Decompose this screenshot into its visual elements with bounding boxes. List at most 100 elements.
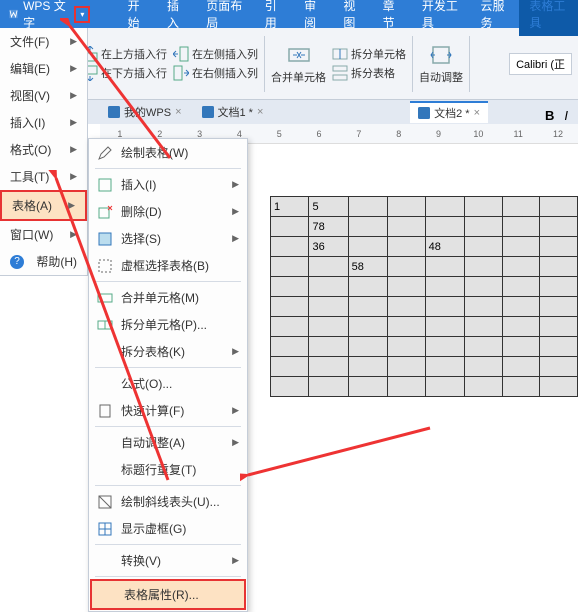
table-cell[interactable] bbox=[425, 277, 464, 297]
document-table[interactable]: 1578364858 bbox=[270, 196, 578, 397]
table-cell[interactable]: 78 bbox=[309, 217, 348, 237]
menu-window[interactable]: 窗口(W)▶ bbox=[0, 221, 87, 248]
tab-view[interactable]: 视图 bbox=[333, 0, 372, 36]
table-cell[interactable] bbox=[464, 217, 502, 237]
ribbon-merge-cells[interactable]: 合并单元格 bbox=[271, 43, 326, 85]
table-cell[interactable] bbox=[425, 297, 464, 317]
table-cell[interactable] bbox=[464, 317, 502, 337]
table-cell[interactable] bbox=[387, 337, 425, 357]
table-cell[interactable] bbox=[271, 357, 309, 377]
tab-ref[interactable]: 引用 bbox=[255, 0, 294, 36]
table-cell[interactable] bbox=[502, 277, 540, 297]
close-icon[interactable]: × bbox=[175, 106, 181, 118]
ribbon-insert-col-left[interactable]: 在左侧插入列 bbox=[173, 46, 258, 62]
table-cell[interactable] bbox=[540, 277, 578, 297]
table-cell[interactable] bbox=[309, 257, 348, 277]
table-cell[interactable] bbox=[464, 277, 502, 297]
table-cell[interactable] bbox=[348, 197, 387, 217]
close-icon[interactable]: × bbox=[257, 106, 263, 118]
submenu-delete[interactable]: 删除(D)▶ bbox=[89, 198, 247, 225]
tab-table-tools[interactable]: 表格工具 bbox=[519, 0, 578, 36]
table-cell[interactable] bbox=[348, 297, 387, 317]
menu-tools[interactable]: 工具(T)▶ bbox=[0, 163, 87, 190]
table-cell[interactable] bbox=[540, 357, 578, 377]
bold-button[interactable]: B bbox=[541, 108, 558, 123]
submenu-formula[interactable]: 公式(O)... bbox=[89, 370, 247, 397]
menu-file[interactable]: 文件(F)▶ bbox=[0, 28, 87, 55]
table-cell[interactable] bbox=[387, 317, 425, 337]
table-cell[interactable] bbox=[425, 217, 464, 237]
submenu-dash-border[interactable]: 虚框选择表格(B) bbox=[89, 252, 247, 279]
table-cell[interactable] bbox=[502, 257, 540, 277]
table-cell[interactable] bbox=[271, 237, 309, 257]
tab-section[interactable]: 章节 bbox=[373, 0, 412, 36]
doc-tab-2[interactable]: 文档2 *× bbox=[410, 101, 488, 123]
table-cell[interactable] bbox=[425, 377, 464, 397]
table-cell[interactable] bbox=[348, 277, 387, 297]
table-cell[interactable] bbox=[502, 237, 540, 257]
table-cell[interactable] bbox=[425, 317, 464, 337]
tab-insert[interactable]: 插入 bbox=[157, 0, 196, 36]
tab-layout[interactable]: 页面布局 bbox=[196, 0, 255, 36]
menu-help[interactable]: ?帮助(H) bbox=[0, 248, 87, 275]
table-cell[interactable] bbox=[348, 237, 387, 257]
menu-insert[interactable]: 插入(I)▶ bbox=[0, 109, 87, 136]
ribbon-split-table[interactable]: 拆分表格 bbox=[332, 65, 406, 81]
ribbon-autofit[interactable]: 自动调整 bbox=[419, 43, 463, 85]
table-cell[interactable] bbox=[387, 237, 425, 257]
table-cell[interactable] bbox=[348, 337, 387, 357]
table-cell[interactable] bbox=[271, 277, 309, 297]
table-cell[interactable]: 5 bbox=[309, 197, 348, 217]
font-selector[interactable]: Calibri (正 bbox=[509, 53, 572, 75]
table-cell[interactable]: 36 bbox=[309, 237, 348, 257]
table-cell[interactable] bbox=[502, 297, 540, 317]
table-cell[interactable] bbox=[309, 357, 348, 377]
submenu-insert[interactable]: 插入(I)▶ bbox=[89, 171, 247, 198]
table-cell[interactable] bbox=[271, 337, 309, 357]
table-cell[interactable] bbox=[271, 257, 309, 277]
menu-view[interactable]: 视图(V)▶ bbox=[0, 82, 87, 109]
table-cell[interactable]: 48 bbox=[425, 237, 464, 257]
menu-format[interactable]: 格式(O)▶ bbox=[0, 136, 87, 163]
table-cell[interactable] bbox=[502, 317, 540, 337]
table-cell[interactable] bbox=[540, 317, 578, 337]
app-menu-dropdown[interactable]: ▾ bbox=[74, 6, 90, 23]
table-cell[interactable] bbox=[271, 217, 309, 237]
doc-tab-wps[interactable]: 我的WPS× bbox=[100, 102, 190, 122]
submenu-draw-table[interactable]: 绘制表格(W) bbox=[89, 139, 247, 166]
table-cell[interactable] bbox=[387, 297, 425, 317]
table-cell[interactable] bbox=[348, 377, 387, 397]
table-cell[interactable] bbox=[425, 257, 464, 277]
ribbon-insert-row-below[interactable]: 在下方插入行 bbox=[82, 65, 167, 81]
table-cell[interactable] bbox=[387, 377, 425, 397]
table-cell[interactable] bbox=[540, 377, 578, 397]
table-cell[interactable] bbox=[309, 337, 348, 357]
submenu-convert[interactable]: 转换(V)▶ bbox=[89, 547, 247, 574]
table-cell[interactable] bbox=[540, 257, 578, 277]
menu-edit[interactable]: 编辑(E)▶ bbox=[0, 55, 87, 82]
table-cell[interactable] bbox=[540, 197, 578, 217]
close-icon[interactable]: × bbox=[474, 107, 480, 119]
table-cell[interactable] bbox=[540, 297, 578, 317]
table-cell[interactable] bbox=[502, 337, 540, 357]
table-cell[interactable]: 1 bbox=[271, 197, 309, 217]
submenu-select[interactable]: 选择(S)▶ bbox=[89, 225, 247, 252]
table-cell[interactable] bbox=[425, 337, 464, 357]
table-cell[interactable] bbox=[387, 217, 425, 237]
table-cell[interactable] bbox=[271, 297, 309, 317]
submenu-head-repeat[interactable]: 标题行重复(T) bbox=[89, 456, 247, 483]
table-cell[interactable] bbox=[464, 337, 502, 357]
submenu-table-properties[interactable]: 表格属性(R)... bbox=[92, 581, 244, 608]
doc-tab-1[interactable]: 文档1 *× bbox=[194, 102, 272, 122]
submenu-split-cells[interactable]: 拆分单元格(P)... bbox=[89, 311, 247, 338]
table-cell[interactable] bbox=[387, 257, 425, 277]
table-cell[interactable] bbox=[309, 297, 348, 317]
table-cell[interactable] bbox=[309, 377, 348, 397]
table-cell[interactable] bbox=[540, 237, 578, 257]
table-cell[interactable] bbox=[502, 197, 540, 217]
ribbon-insert-col-right[interactable]: 在右侧插入列 bbox=[173, 65, 258, 81]
ribbon-split-cells[interactable]: 拆分单元格 bbox=[332, 46, 406, 62]
table-cell[interactable] bbox=[271, 377, 309, 397]
table-cell[interactable] bbox=[387, 357, 425, 377]
submenu-draw-diag[interactable]: 绘制斜线表头(U)... bbox=[89, 488, 247, 515]
